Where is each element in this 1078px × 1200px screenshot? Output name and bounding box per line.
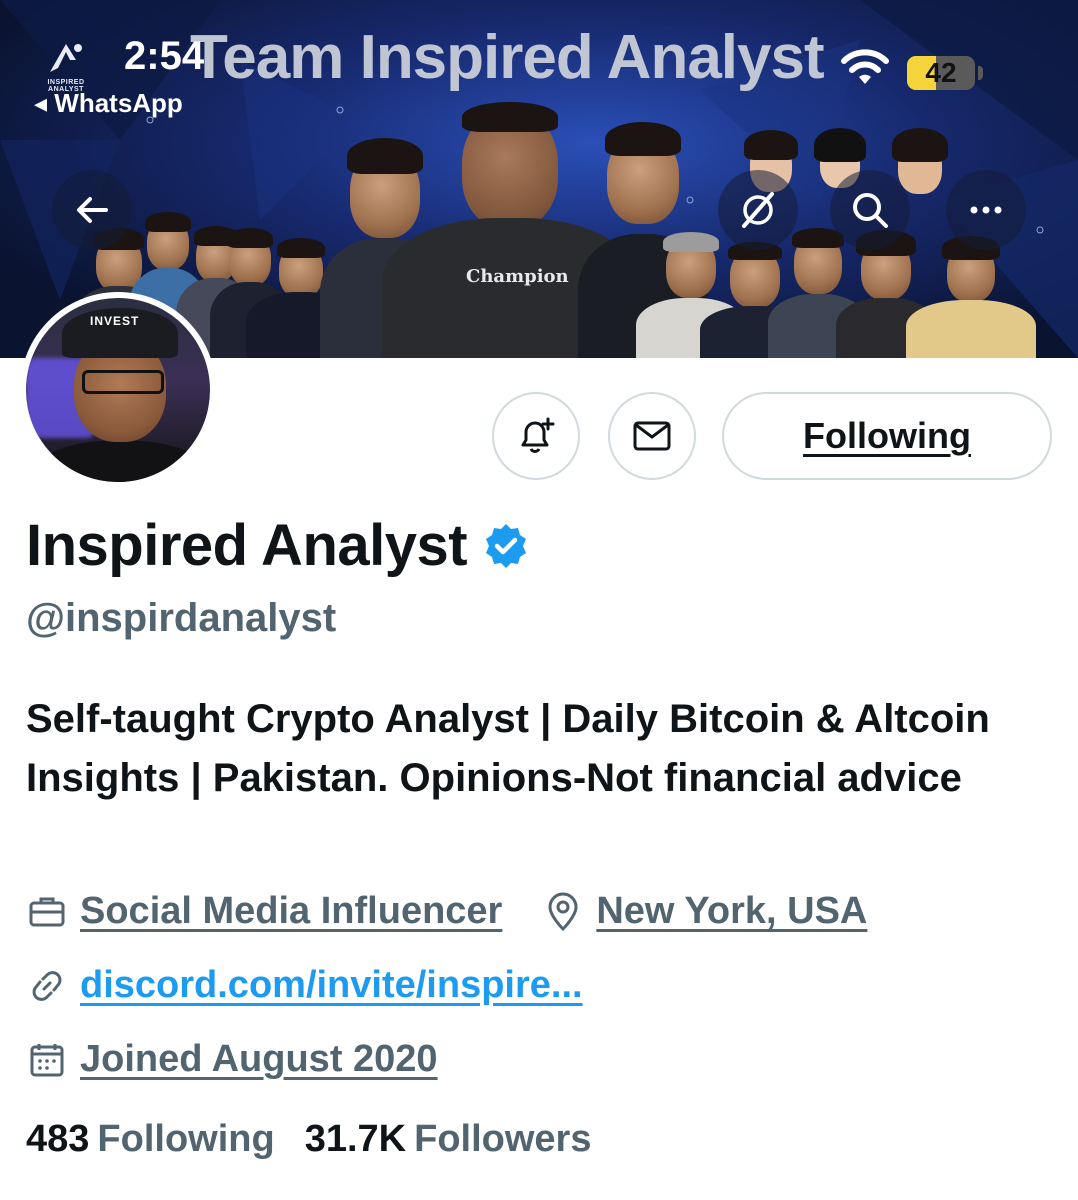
search-button[interactable] [830,170,910,250]
profile-meta-row: Social Media Influencer New York, USA [26,890,867,933]
profile-location-text[interactable]: New York, USA [596,890,867,933]
link-icon [32,970,62,1001]
following-label: Following [97,1118,275,1160]
followers-label: Followers [414,1118,592,1160]
banner-title: Team Inspired Analyst [190,23,825,92]
battery-indicator: 42 [907,56,975,90]
name-row: Inspired Analyst [26,512,531,579]
battery-cap [978,66,983,80]
hoodie-logo: Champion [466,266,569,287]
notifications-button[interactable] [492,392,580,480]
avatar-photo: INVEST [26,298,210,482]
wifi-icon [841,49,889,84]
following-stat[interactable]: 483 Following [26,1118,275,1161]
logo-mark-icon [50,44,82,72]
battery-level: 42 [925,57,957,88]
banner-logo: INSPIRED ANALYST [32,40,100,93]
profile-bio: Self-taught Crypto Analyst | Daily Bitco… [26,697,990,800]
envelope-icon [633,421,671,451]
profile-handle: @inspirdanalyst [26,596,337,640]
profile-website-row: discord.com/invite/inspire... [26,964,583,1007]
location-pin-icon [548,892,578,931]
back-button[interactable] [52,170,132,250]
following-count: 483 [26,1118,90,1160]
grok-icon [742,192,774,228]
calendar-icon [30,1043,64,1076]
profile-joined-date[interactable]: Joined August 2020 [80,1038,438,1081]
display-name: Inspired Analyst [26,513,468,578]
followers-stat[interactable]: 31.7K Followers [305,1118,592,1161]
avatar-cap-text: INVEST [90,314,140,328]
team-member [906,236,1036,358]
arrow-left-icon [77,197,108,223]
profile-joined-row: Joined August 2020 [26,1038,438,1081]
profile-avatar[interactable]: INVEST [20,292,216,488]
search-icon [853,193,888,228]
verified-badge-icon[interactable] [481,521,531,571]
profile-category[interactable]: Social Media Influencer [80,890,502,933]
profile-website-link[interactable]: discord.com/invite/inspire... [80,964,583,1007]
profile-location: New York, USA [542,890,867,933]
more-horizontal-icon [970,206,1002,214]
more-button[interactable] [946,170,1026,250]
following-button[interactable]: Following [722,392,1052,480]
status-time: 2:54 [124,34,205,78]
follow-stats: 483 Following 31.7K Followers [26,1118,621,1161]
message-button[interactable] [608,392,696,480]
grok-button[interactable] [718,170,798,250]
briefcase-icon [29,897,65,926]
followers-count: 31.7K [304,1118,407,1160]
bell-plus-icon [521,417,555,453]
back-to-whatsapp[interactable]: ◂ WhatsApp [34,88,183,119]
